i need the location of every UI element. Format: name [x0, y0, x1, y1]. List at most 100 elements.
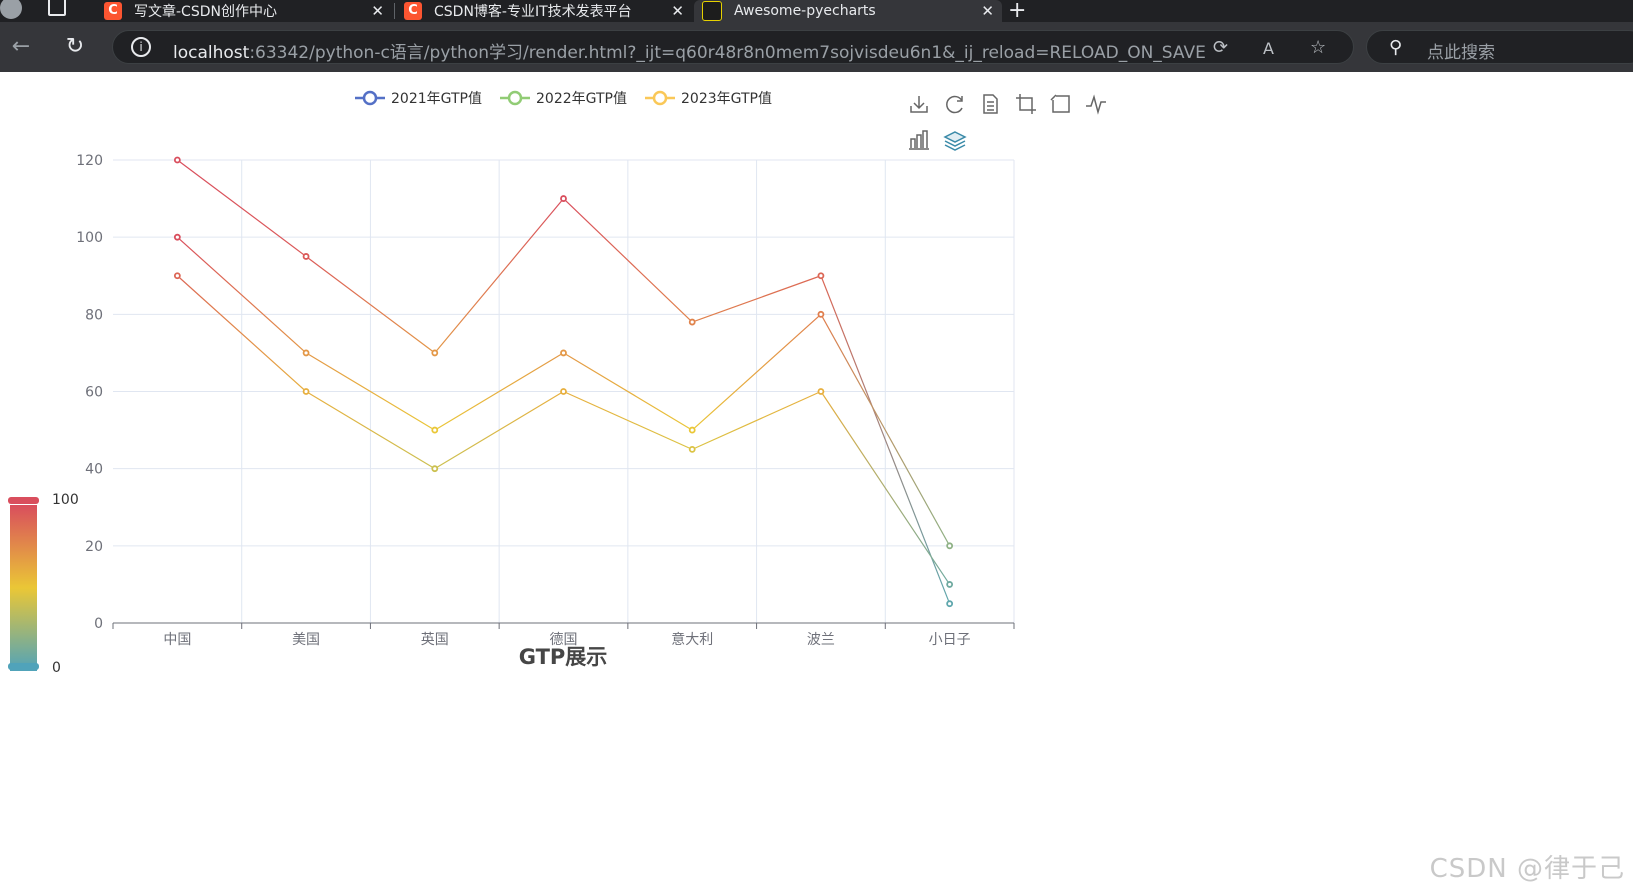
- y-tick-label: 40: [85, 462, 103, 478]
- data-point[interactable]: [946, 542, 954, 550]
- tab-write-article[interactable]: C 写文章-CSDN创作中心 ✕: [104, 0, 384, 22]
- browser-toolbar: ← ↻ i localhost:63342/python-c语言/python学…: [0, 22, 1633, 72]
- search-box[interactable]: ⚲ 点此搜索: [1366, 30, 1633, 64]
- icon-hitbox[interactable]: [1014, 92, 1038, 116]
- legend-label: 2021年GTP值: [391, 91, 482, 107]
- legend-item[interactable]: 2021年GTP值: [355, 90, 482, 107]
- edge-refresh-icon[interactable]: ⟳: [1213, 37, 1228, 58]
- profile-avatar[interactable]: [0, 0, 30, 22]
- data-point[interactable]: [431, 426, 439, 434]
- data-point[interactable]: [946, 600, 954, 608]
- x-tick-label: 小日子: [929, 632, 971, 648]
- y-tick-label: 80: [85, 307, 103, 323]
- x-tick-label: 英国: [421, 631, 449, 648]
- download-icon[interactable]: [907, 92, 931, 116]
- legend: 2021年GTP值 2022年GTP值 2023年GTP值: [355, 90, 772, 107]
- line-chart: 020406080100120中国 美国 英国 德国 意大利 波兰 小日子 2021年GTP…: [8, 90, 1108, 676]
- pycharm-icon: [702, 1, 722, 21]
- series-1: [173, 156, 954, 608]
- x-tick-label: 波兰: [807, 632, 835, 648]
- close-icon[interactable]: ✕: [671, 2, 684, 20]
- toolbox: [907, 92, 1108, 152]
- data-point[interactable]: [173, 272, 181, 280]
- data-point[interactable]: [431, 465, 439, 473]
- visual-map-min-handle[interactable]: [8, 663, 39, 670]
- series-3: [173, 272, 954, 588]
- search-icon: ⚲: [1389, 37, 1403, 58]
- url-text[interactable]: localhost:63342/python-c语言/python学习/rend…: [173, 38, 1206, 63]
- data-point[interactable]: [560, 388, 567, 395]
- series-lines: [173, 156, 954, 608]
- legend-item[interactable]: 2022年GTP值: [500, 90, 627, 107]
- tab-strip: C 写文章-CSDN创作中心 ✕ C CSDN博客-专业IT技术发表平台 ✕ A…: [0, 0, 1633, 23]
- tab-actions-icon: [48, 0, 66, 16]
- tab-title: Awesome-pyecharts: [734, 3, 876, 19]
- data-point[interactable]: [817, 310, 825, 318]
- favorite-star-icon[interactable]: ☆: [1310, 37, 1326, 58]
- watermark: CSDN @律于己: [1429, 854, 1625, 884]
- x-tick-label: 美国: [292, 632, 320, 648]
- tab-actions-button[interactable]: [48, 0, 68, 22]
- site-info-icon[interactable]: i: [131, 37, 151, 57]
- address-bar[interactable]: i localhost:63342/python-c语言/python学习/re…: [112, 30, 1354, 64]
- tab-awesome-pyecharts[interactable]: Awesome-pyecharts ✕: [694, 0, 1002, 22]
- data-point[interactable]: [817, 272, 825, 280]
- data-point[interactable]: [302, 388, 310, 395]
- data-point[interactable]: [946, 581, 954, 588]
- x-tick-label: 中国: [163, 632, 191, 648]
- data-point[interactable]: [302, 349, 310, 357]
- url-path: :63342/python-c语言/python学习/render.html?_…: [249, 43, 1206, 63]
- reload-icon: ↻: [65, 34, 85, 59]
- visual-map-max-label: 100: [52, 492, 79, 508]
- data-point[interactable]: [173, 156, 181, 164]
- back-button[interactable]: ←: [8, 34, 34, 60]
- read-aloud-icon[interactable]: A: [1263, 39, 1274, 58]
- y-tick-label: 20: [85, 539, 103, 555]
- csdn-icon: C: [404, 2, 422, 20]
- data-point[interactable]: [688, 426, 696, 434]
- close-icon[interactable]: ✕: [371, 2, 384, 20]
- data-point[interactable]: [173, 233, 181, 241]
- new-tab-button[interactable]: +: [1008, 0, 1026, 23]
- legend-label: 2022年GTP值: [536, 91, 627, 107]
- plus-icon: +: [1008, 0, 1027, 23]
- x-tick-label: 意大利: [671, 631, 713, 648]
- visual-map-min-label: 0: [52, 660, 61, 676]
- zoom-reset-icon[interactable]: [1049, 92, 1073, 116]
- data-point[interactable]: [817, 388, 825, 395]
- y-tick-label: 100: [76, 230, 103, 246]
- visual-map: 100 0: [8, 492, 79, 676]
- visual-map-max-handle[interactable]: [8, 497, 39, 504]
- legend-item[interactable]: 2023年GTP值: [645, 90, 772, 107]
- reload-button[interactable]: ↻: [62, 34, 88, 60]
- data-point[interactable]: [688, 318, 696, 326]
- legend-marker-icon: [362, 90, 378, 106]
- csdn-icon: C: [104, 2, 122, 20]
- tab-divider: [394, 3, 395, 19]
- legend-label: 2023年GTP值: [681, 91, 772, 107]
- zoom-icon[interactable]: [1014, 92, 1038, 116]
- legend-marker-icon: [652, 90, 668, 106]
- legend-marker-icon: [507, 90, 523, 106]
- close-icon[interactable]: ✕: [981, 2, 994, 20]
- data-point[interactable]: [560, 195, 567, 202]
- data-view-icon[interactable]: [978, 92, 1002, 116]
- data-point[interactable]: [688, 445, 696, 453]
- data-point[interactable]: [302, 253, 310, 260]
- avatar-icon: [0, 0, 22, 19]
- arrow-left-icon: ←: [11, 34, 31, 59]
- tab-title: CSDN博客-专业IT技术发表平台: [434, 4, 632, 20]
- stack-icon[interactable]: [943, 128, 967, 152]
- data-point[interactable]: [431, 349, 439, 357]
- tab-csdn-blog[interactable]: C CSDN博客-专业IT技术发表平台 ✕: [404, 0, 684, 22]
- bar-icon[interactable]: [907, 128, 931, 152]
- refresh-icon[interactable]: [943, 92, 967, 116]
- y-tick-label: 0: [94, 616, 103, 632]
- y-tick-label: 60: [85, 385, 103, 401]
- visual-map-bar: [10, 505, 37, 671]
- data-point[interactable]: [560, 349, 567, 357]
- axes: 020406080100120中国 美国 英国 德国 意大利 波兰 小日子: [76, 153, 1015, 648]
- line-icon[interactable]: [1084, 92, 1108, 116]
- chart-title: GTP展示: [519, 645, 608, 669]
- y-tick-label: 120: [76, 153, 103, 169]
